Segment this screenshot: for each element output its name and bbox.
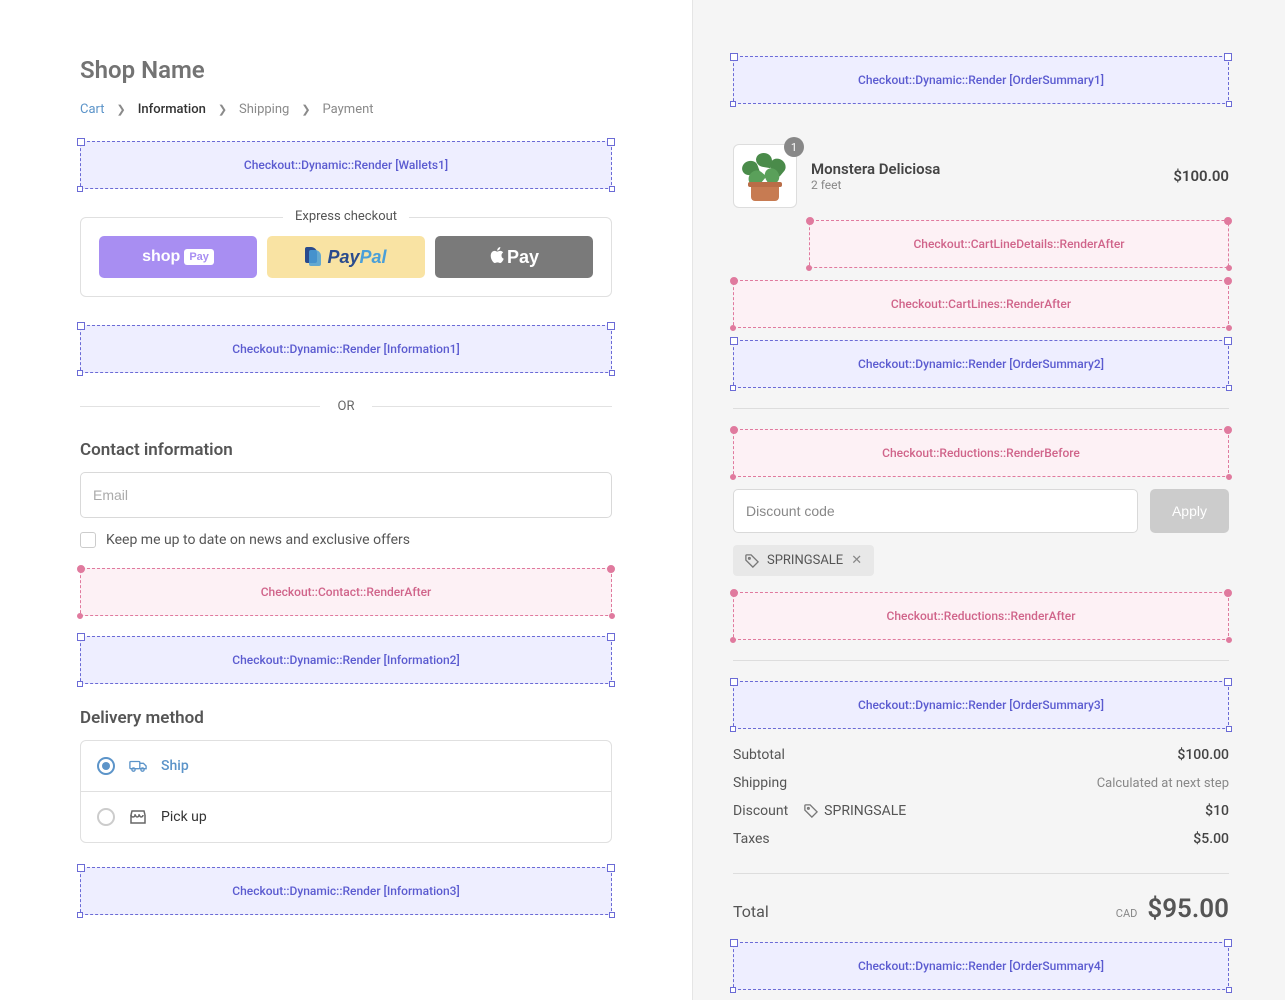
slot-label: Checkout::Dynamic::Render [OrderSummary1… — [858, 73, 1104, 87]
discount-code-input[interactable] — [733, 489, 1138, 533]
extension-slot-information2: Checkout::Dynamic::Render [Information2] — [80, 636, 612, 684]
breadcrumb-payment: Payment — [323, 102, 374, 117]
line-price: $100.00 — [1173, 167, 1229, 185]
express-checkout: Express checkout shop Pay PayPal Pay — [80, 217, 612, 297]
delivery-title: Delivery method — [80, 708, 612, 728]
discount-code-label: SPRINGSALE — [767, 553, 843, 568]
express-checkout-label: Express checkout — [283, 209, 409, 224]
slot-label: Checkout::Contact::RenderAfter — [261, 585, 432, 599]
slot-label: Checkout::Dynamic::Render [Information1] — [232, 342, 459, 356]
extension-slot-ordersummary1: Checkout::Dynamic::Render [OrderSummary1… — [733, 56, 1229, 104]
discount-value: $10 — [1205, 803, 1229, 819]
truck-icon — [129, 757, 147, 775]
shipping-label: Shipping — [733, 775, 787, 791]
breadcrumb-cart[interactable]: Cart — [80, 102, 105, 117]
discount-code-summary: SPRINGSALE — [824, 803, 906, 819]
order-summary-sidebar: Checkout::Dynamic::Render [OrderSummary1… — [693, 0, 1285, 1000]
divider — [733, 660, 1229, 661]
slot-label: Checkout::Reductions::RenderAfter — [887, 609, 1076, 623]
discount-row-summary: Discount SPRINGSALE $10 — [733, 797, 1229, 825]
pickup-label: Pick up — [161, 809, 207, 825]
extension-slot-reductions-after: Checkout::Reductions::RenderAfter — [733, 592, 1229, 640]
cart-line-item: 1 Monstera Deliciosa 2 feet $100.00 — [733, 144, 1229, 208]
total-row: Total CAD $95.00 — [733, 894, 1229, 924]
chevron-right-icon: ❯ — [301, 103, 310, 116]
tag-icon — [804, 804, 818, 818]
paypal-icon — [305, 247, 323, 267]
divider — [733, 408, 1229, 409]
shipping-value: Calculated at next step — [1097, 776, 1229, 791]
or-divider: OR — [80, 399, 612, 414]
discount-label: Discount — [733, 803, 788, 819]
slot-label: Checkout::Dynamic::Render [OrderSummary3… — [858, 698, 1104, 712]
newsletter-label: Keep me up to date on news and exclusive… — [106, 532, 410, 548]
delivery-option-pickup[interactable]: Pick up — [81, 791, 611, 842]
radio-icon — [97, 757, 115, 775]
slot-label: Checkout::Reductions::RenderBefore — [882, 446, 1080, 460]
slot-label: Checkout::CartLines::RenderAfter — [891, 297, 1071, 311]
chevron-right-icon: ❯ — [117, 103, 126, 116]
paypal-logo: PayPal — [327, 247, 386, 268]
currency-label: CAD — [1116, 907, 1138, 920]
extension-slot-information3: Checkout::Dynamic::Render [Information3] — [80, 867, 612, 915]
taxes-row: Taxes $5.00 — [733, 825, 1229, 853]
extension-slot-ordersummary2: Checkout::Dynamic::Render [OrderSummary2… — [733, 340, 1229, 388]
ship-label: Ship — [161, 758, 189, 774]
slot-label: Checkout::CartLineDetails::RenderAfter — [913, 237, 1124, 251]
extension-slot-ordersummary3: Checkout::Dynamic::Render [OrderSummary3… — [733, 681, 1229, 729]
product-variant: 2 feet — [811, 178, 1159, 192]
store-icon — [129, 808, 147, 826]
divider — [733, 873, 1229, 874]
shop-name: Shop Name — [80, 56, 612, 84]
extension-slot-ordersummary4: Checkout::Dynamic::Render [OrderSummary4… — [733, 942, 1229, 990]
subtotal-label: Subtotal — [733, 747, 785, 763]
shipping-row: Shipping Calculated at next step — [733, 769, 1229, 797]
product-thumbnail: 1 — [733, 144, 797, 208]
extension-slot-cartlines-after: Checkout::CartLines::RenderAfter — [733, 280, 1229, 328]
extension-slot-cartlinedetails-after: Checkout::CartLineDetails::RenderAfter — [809, 220, 1229, 268]
apply-discount-button[interactable]: Apply — [1150, 489, 1229, 533]
subtotal-row: Subtotal $100.00 — [733, 741, 1229, 769]
breadcrumb-shipping: Shipping — [239, 102, 289, 117]
slot-label: Checkout::Dynamic::Render [Information3] — [232, 884, 459, 898]
taxes-label: Taxes — [733, 831, 770, 847]
total-label: Total — [733, 902, 769, 921]
taxes-value: $5.00 — [1193, 831, 1229, 847]
remove-discount-icon[interactable]: ✕ — [851, 553, 862, 568]
delivery-options: Ship Pick up — [80, 740, 612, 843]
discount-row: Apply — [733, 489, 1229, 533]
subtotal-value: $100.00 — [1177, 747, 1229, 763]
product-name: Monstera Deliciosa — [811, 160, 1159, 178]
chevron-right-icon: ❯ — [218, 103, 227, 116]
shop-pay-button[interactable]: shop Pay — [99, 236, 257, 278]
checkout-main: Shop Name Cart ❯ Information ❯ Shipping … — [0, 0, 693, 1000]
checkbox-icon[interactable] — [80, 532, 96, 548]
slot-label: Checkout::Dynamic::Render [OrderSummary2… — [858, 357, 1104, 371]
breadcrumb-information: Information — [138, 102, 206, 117]
radio-icon — [97, 808, 115, 826]
slot-label: Checkout::Dynamic::Render [Information2] — [232, 653, 459, 667]
newsletter-checkbox-row[interactable]: Keep me up to date on news and exclusive… — [80, 532, 612, 548]
extension-slot-reductions-before: Checkout::Reductions::RenderBefore — [733, 429, 1229, 477]
applied-discount-tag: SPRINGSALE ✕ — [733, 545, 874, 576]
tag-icon — [745, 554, 759, 568]
contact-title: Contact information — [80, 440, 612, 460]
delivery-option-ship[interactable]: Ship — [81, 741, 611, 791]
extension-slot-information1: Checkout::Dynamic::Render [Information1] — [80, 325, 612, 373]
email-input[interactable] — [80, 472, 612, 518]
total-amount: $95.00 — [1147, 894, 1229, 924]
shop-pay-logo-icon: shop Pay — [142, 248, 214, 266]
paypal-button[interactable]: PayPal — [267, 236, 425, 278]
slot-label: Checkout::Dynamic::Render [OrderSummary4… — [858, 959, 1104, 973]
apple-icon — [489, 246, 505, 269]
extension-slot-contact-after: Checkout::Contact::RenderAfter — [80, 568, 612, 616]
or-label: OR — [338, 399, 355, 414]
apple-pay-button[interactable]: Pay — [435, 236, 593, 278]
breadcrumb: Cart ❯ Information ❯ Shipping ❯ Payment — [80, 102, 612, 117]
extension-slot-wallets1: Checkout::Dynamic::Render [Wallets1] — [80, 141, 612, 189]
slot-label: Checkout::Dynamic::Render [Wallets1] — [244, 158, 448, 172]
